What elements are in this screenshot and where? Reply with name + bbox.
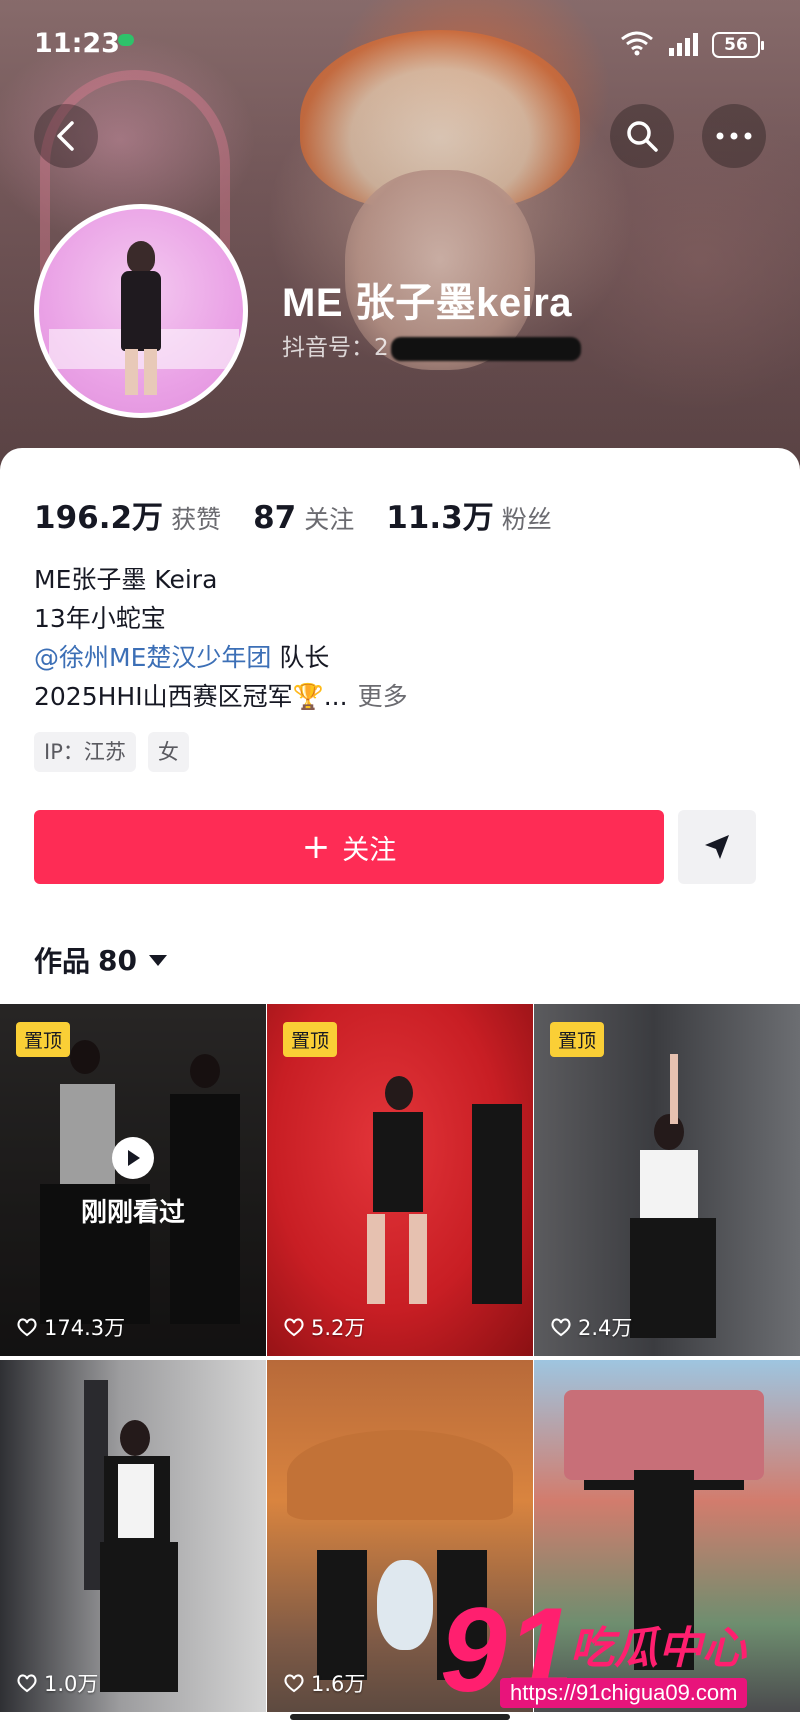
bio-line: 13年小蛇宝 bbox=[34, 604, 166, 633]
video-grid: 置顶 刚刚看过 174.3万 置顶 5.2万 置顶 2.4万 1.0万 1.6万 bbox=[0, 1004, 800, 1712]
dancer-figure bbox=[472, 1104, 522, 1304]
building-canopy bbox=[287, 1430, 513, 1520]
more-button[interactable] bbox=[702, 104, 766, 168]
stat-label: 获赞 bbox=[171, 505, 222, 534]
stat-followers[interactable]: 11.3万 粉丝 bbox=[386, 492, 552, 537]
dancer-figure bbox=[385, 1076, 413, 1110]
status-bar: 11:23 56 bbox=[0, 0, 800, 90]
bio-mention-suffix: 队长 bbox=[271, 643, 330, 672]
dancer-figure bbox=[118, 1464, 154, 1538]
bio-line: ME张子墨 Keira bbox=[34, 565, 218, 594]
avatar-figure-legs bbox=[125, 349, 157, 395]
stats-row: 196.2万 获赞 87 关注 11.3万 粉丝 bbox=[34, 492, 584, 537]
video-thumbnail[interactable]: 置顶 5.2万 bbox=[267, 1004, 533, 1356]
pinned-badge: 置顶 bbox=[16, 1022, 71, 1057]
dancer-figure bbox=[317, 1550, 367, 1680]
send-icon bbox=[705, 835, 729, 859]
heart-icon bbox=[284, 1318, 304, 1337]
watermark-url: https://91chigua09.com bbox=[500, 1678, 748, 1708]
like-count-text: 1.6万 bbox=[311, 1672, 366, 1696]
call-indicator-icon bbox=[118, 34, 134, 46]
home-indicator[interactable] bbox=[290, 1714, 510, 1720]
like-count: 1.6万 bbox=[283, 1668, 365, 1698]
heart-icon bbox=[551, 1318, 571, 1337]
douyin-id-label: 抖音号：2 bbox=[282, 335, 389, 361]
like-count: 2.4万 bbox=[550, 1312, 632, 1342]
more-dots-icon bbox=[716, 132, 752, 140]
avatar-figure-body bbox=[121, 271, 161, 351]
stat-label: 关注 bbox=[304, 505, 355, 534]
like-count: 1.0万 bbox=[16, 1668, 98, 1698]
stat-likes[interactable]: 196.2万 获赞 bbox=[34, 492, 221, 537]
watched-label: 刚刚看过 bbox=[80, 1198, 185, 1228]
dancer-figure bbox=[654, 1114, 684, 1150]
heart-icon bbox=[284, 1674, 304, 1693]
like-count: 174.3万 bbox=[16, 1312, 125, 1342]
dancer-figure bbox=[373, 1112, 423, 1212]
bio: ME张子墨 Keira 13年小蛇宝 @徐州ME楚汉少年团 队长 2025HHI… bbox=[34, 560, 408, 716]
chevron-left-icon bbox=[57, 121, 74, 151]
video-thumbnail[interactable]: 1.0万 bbox=[0, 1360, 266, 1712]
battery-icon: 56 bbox=[712, 32, 764, 58]
bio-mention-link[interactable]: @徐州ME楚汉少年团 bbox=[34, 643, 271, 672]
building-facade bbox=[564, 1390, 764, 1480]
avatar-figure-head bbox=[127, 241, 155, 273]
search-button[interactable] bbox=[610, 104, 674, 168]
gender-tag: 女 bbox=[147, 732, 189, 772]
watermark-logo-text: 吃瓜中心 bbox=[570, 1623, 746, 1674]
dancer-arms bbox=[584, 1480, 744, 1490]
status-time: 11:23 bbox=[34, 28, 120, 59]
back-button[interactable] bbox=[34, 104, 98, 168]
pinned-badge: 置顶 bbox=[283, 1022, 338, 1057]
heart-icon bbox=[17, 1318, 37, 1337]
like-count-text: 1.0万 bbox=[44, 1672, 99, 1696]
video-thumbnail[interactable]: 置顶 刚刚看过 174.3万 bbox=[0, 1004, 266, 1356]
redacted-id-mark bbox=[390, 336, 581, 361]
signal-icon bbox=[669, 33, 698, 56]
stat-label: 粉丝 bbox=[501, 505, 552, 534]
like-count: 5.2万 bbox=[283, 1312, 365, 1342]
bio-more-link[interactable]: 更多 bbox=[358, 682, 408, 711]
works-tab[interactable]: 作品 80 bbox=[34, 940, 167, 980]
message-button[interactable] bbox=[678, 810, 756, 884]
works-count: 80 bbox=[98, 943, 137, 977]
dancer-figure bbox=[630, 1218, 716, 1338]
works-label: 作品 bbox=[34, 945, 91, 978]
like-count-text: 174.3万 bbox=[44, 1316, 126, 1340]
play-icon bbox=[112, 1137, 154, 1179]
plus-icon: + bbox=[301, 827, 331, 867]
profile-tags: IP：江苏 女 bbox=[34, 732, 201, 772]
profile-name: ME 张子墨keira bbox=[282, 281, 573, 325]
like-count-text: 2.4万 bbox=[578, 1316, 633, 1340]
stat-value: 87 bbox=[253, 500, 297, 536]
bio-line-4: 2025HHI山西赛区冠军🏆... bbox=[34, 682, 348, 711]
pinned-badge: 置顶 bbox=[550, 1022, 605, 1057]
stat-following[interactable]: 87 关注 bbox=[253, 500, 354, 536]
follow-label: 关注 bbox=[342, 834, 397, 866]
like-count-text: 5.2万 bbox=[311, 1316, 366, 1340]
dancer-figure bbox=[120, 1420, 150, 1456]
bio-line: @徐州ME楚汉少年团 队长 bbox=[34, 638, 408, 677]
dancer-figure bbox=[367, 1214, 427, 1304]
snowman-statue bbox=[377, 1560, 433, 1650]
dancer-arm bbox=[670, 1054, 678, 1124]
dancer-figure bbox=[100, 1542, 178, 1692]
search-icon bbox=[627, 121, 658, 152]
heart-icon bbox=[17, 1674, 37, 1693]
follow-button[interactable]: + 关注 bbox=[34, 810, 664, 884]
avatar[interactable] bbox=[34, 204, 248, 418]
stat-value: 11.3万 bbox=[386, 500, 494, 536]
ip-tag: IP：江苏 bbox=[34, 732, 136, 772]
stat-value: 196.2万 bbox=[34, 500, 164, 536]
bio-line: 2025HHI山西赛区冠军🏆... 更多 bbox=[34, 677, 408, 716]
caret-down-icon bbox=[148, 954, 167, 966]
dancer-figure bbox=[640, 1150, 698, 1220]
douyin-id: 抖音号：2 bbox=[282, 328, 581, 362]
video-thumbnail[interactable]: 置顶 2.4万 bbox=[534, 1004, 800, 1356]
wifi-icon bbox=[621, 31, 653, 56]
